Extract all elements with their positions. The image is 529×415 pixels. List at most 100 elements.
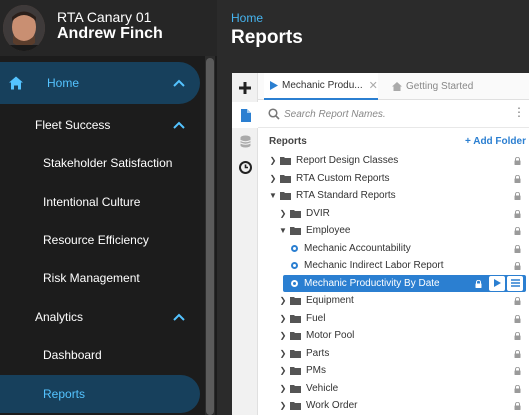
database-icon xyxy=(239,135,251,147)
lock-icon xyxy=(514,244,521,253)
lock-icon xyxy=(514,174,521,183)
report-circle-icon xyxy=(291,262,298,270)
main-content: Home Reports Mechanic Produ... ✕ Getting… xyxy=(217,0,529,415)
lock-icon xyxy=(514,384,521,393)
sidebar-scrollbar[interactable] xyxy=(205,56,215,415)
add-folder-button[interactable]: + Add Folder xyxy=(465,136,526,147)
lock-icon xyxy=(514,349,521,358)
lock-icon xyxy=(475,279,482,288)
sidebar-item-stakeholder-satisfaction[interactable]: Stakeholder Satisfaction xyxy=(0,142,200,184)
sidebar-item-label: Intentional Culture xyxy=(43,195,141,209)
home-icon xyxy=(392,82,402,91)
report-tabs: Mechanic Produ... ✕ Getting Started xyxy=(258,73,529,100)
sidebar-item-risk-management[interactable]: Risk Management xyxy=(0,257,200,299)
sidebar-item-fleet-success[interactable]: Fleet Success xyxy=(0,104,200,146)
tree-folder-row[interactable]: ▼ Employee xyxy=(279,222,529,240)
caret-right-icon[interactable]: ❯ xyxy=(279,349,287,358)
caret-right-icon[interactable]: ❯ xyxy=(279,314,287,323)
tree-item-label: PMs xyxy=(306,365,326,377)
history-button[interactable] xyxy=(232,154,258,180)
tree-item-label: Work Order xyxy=(306,400,358,412)
tab-label: Mechanic Produ... xyxy=(282,80,363,91)
report-menu-button[interactable] xyxy=(507,275,523,291)
report-circle-icon xyxy=(291,244,298,252)
tree-header: Reports xyxy=(269,136,307,147)
sidebar-item-home[interactable]: Home xyxy=(0,62,200,104)
tree-item-label: Vehicle xyxy=(306,382,339,394)
database-button[interactable] xyxy=(232,128,258,154)
caret-down-icon[interactable]: ▼ xyxy=(269,191,277,200)
lock-icon xyxy=(514,261,521,270)
caret-right-icon[interactable]: ❯ xyxy=(269,156,277,165)
caret-down-icon[interactable]: ▼ xyxy=(279,226,287,235)
search-input[interactable] xyxy=(284,105,504,123)
tree-folder-row[interactable]: ▼ RTA Standard Reports xyxy=(269,187,529,205)
sidebar-item-resource-efficiency[interactable]: Resource Efficiency xyxy=(0,219,200,261)
caret-right-icon[interactable]: ❯ xyxy=(279,401,287,410)
sidebar-item-label: Home xyxy=(47,76,80,90)
tab-getting-started[interactable]: Getting Started xyxy=(386,73,473,100)
clock-icon xyxy=(238,160,252,174)
tree-folder-row[interactable]: ❯ PMs xyxy=(279,362,529,380)
close-icon[interactable]: ✕ xyxy=(369,79,378,92)
run-report-button[interactable] xyxy=(489,275,505,291)
sidebar-item-analytics[interactable]: Analytics xyxy=(0,296,200,338)
page-title: Reports xyxy=(231,27,303,48)
sidebar-item-dashboard[interactable]: Dashboard xyxy=(0,334,200,376)
sidebar-item-intentional-culture[interactable]: Intentional Culture xyxy=(0,181,200,223)
chevron-up-icon xyxy=(173,121,185,129)
folder-icon xyxy=(290,209,301,218)
folder-icon xyxy=(290,296,301,306)
tree-folder-row[interactable]: ❯ RTA Custom Reports xyxy=(269,170,529,188)
add-button[interactable] xyxy=(232,75,258,101)
folder-icon xyxy=(280,174,291,183)
lock-icon xyxy=(514,314,521,323)
report-circle-icon xyxy=(291,279,298,287)
caret-right-icon[interactable]: ❯ xyxy=(279,331,287,340)
caret-right-icon[interactable]: ❯ xyxy=(279,296,287,305)
tree-item-label: Employee xyxy=(306,225,351,237)
tree-item-label: DVIR xyxy=(306,207,330,219)
tab-mechanic-productivity[interactable]: Mechanic Produ... ✕ xyxy=(264,73,378,100)
tree-item-label: RTA Standard Reports xyxy=(296,190,396,202)
sidebar-item-reports[interactable]: Reports xyxy=(0,375,200,413)
avatar[interactable] xyxy=(3,5,45,51)
report-search: ⋮ xyxy=(258,100,529,128)
folder-icon xyxy=(290,366,301,376)
caret-right-icon[interactable]: ❯ xyxy=(279,384,287,393)
home-icon xyxy=(9,76,23,90)
scrollbar-thumb[interactable] xyxy=(206,58,214,415)
play-icon xyxy=(493,279,501,287)
folder-open-icon xyxy=(280,191,291,201)
lock-icon xyxy=(514,366,521,375)
lock-icon xyxy=(514,401,521,410)
sidebar-item-label: Risk Management xyxy=(43,271,140,285)
tree-report-row[interactable]: Mechanic Productivity By Date xyxy=(283,274,526,292)
row-actions xyxy=(489,275,523,291)
tree-item-label: Motor Pool xyxy=(306,330,355,342)
tree-report-row[interactable]: Mechanic Accountability xyxy=(291,240,529,258)
tree-folder-row[interactable]: ❯ Parts xyxy=(279,345,529,363)
more-options-icon[interactable]: ⋮ xyxy=(513,106,525,118)
reports-view-button[interactable] xyxy=(232,102,258,128)
folder-icon xyxy=(290,384,301,393)
sidebar: RTA Canary 01 Andrew Finch Home Fleet Su… xyxy=(0,0,217,415)
tree-folder-row[interactable]: ❯ DVIR xyxy=(279,205,529,223)
caret-right-icon[interactable]: ❯ xyxy=(279,366,287,375)
folder-icon xyxy=(290,401,301,411)
tree-folder-row[interactable]: ❯ Motor Pool xyxy=(279,327,529,345)
tab-label: Getting Started xyxy=(406,81,474,92)
caret-right-icon[interactable]: ❯ xyxy=(279,209,287,218)
profile-header: RTA Canary 01 Andrew Finch xyxy=(0,0,217,56)
lock-icon xyxy=(514,209,521,218)
folder-icon xyxy=(290,331,301,341)
tree-folder-row[interactable]: ❯ Report Design Classes xyxy=(269,152,529,170)
tree-folder-row[interactable]: ❯ Equipment xyxy=(279,292,529,310)
caret-right-icon[interactable]: ❯ xyxy=(269,174,277,183)
tree-folder-row[interactable]: ❯ Vehicle xyxy=(279,380,529,398)
tree-report-row[interactable]: Mechanic Indirect Labor Report xyxy=(291,257,529,275)
breadcrumb[interactable]: Home xyxy=(231,11,263,25)
tree-folder-row[interactable]: ❯ Work Order xyxy=(279,397,529,415)
org-name: RTA Canary 01 xyxy=(57,9,152,25)
tree-folder-row[interactable]: ❯ Fuel xyxy=(279,310,529,328)
